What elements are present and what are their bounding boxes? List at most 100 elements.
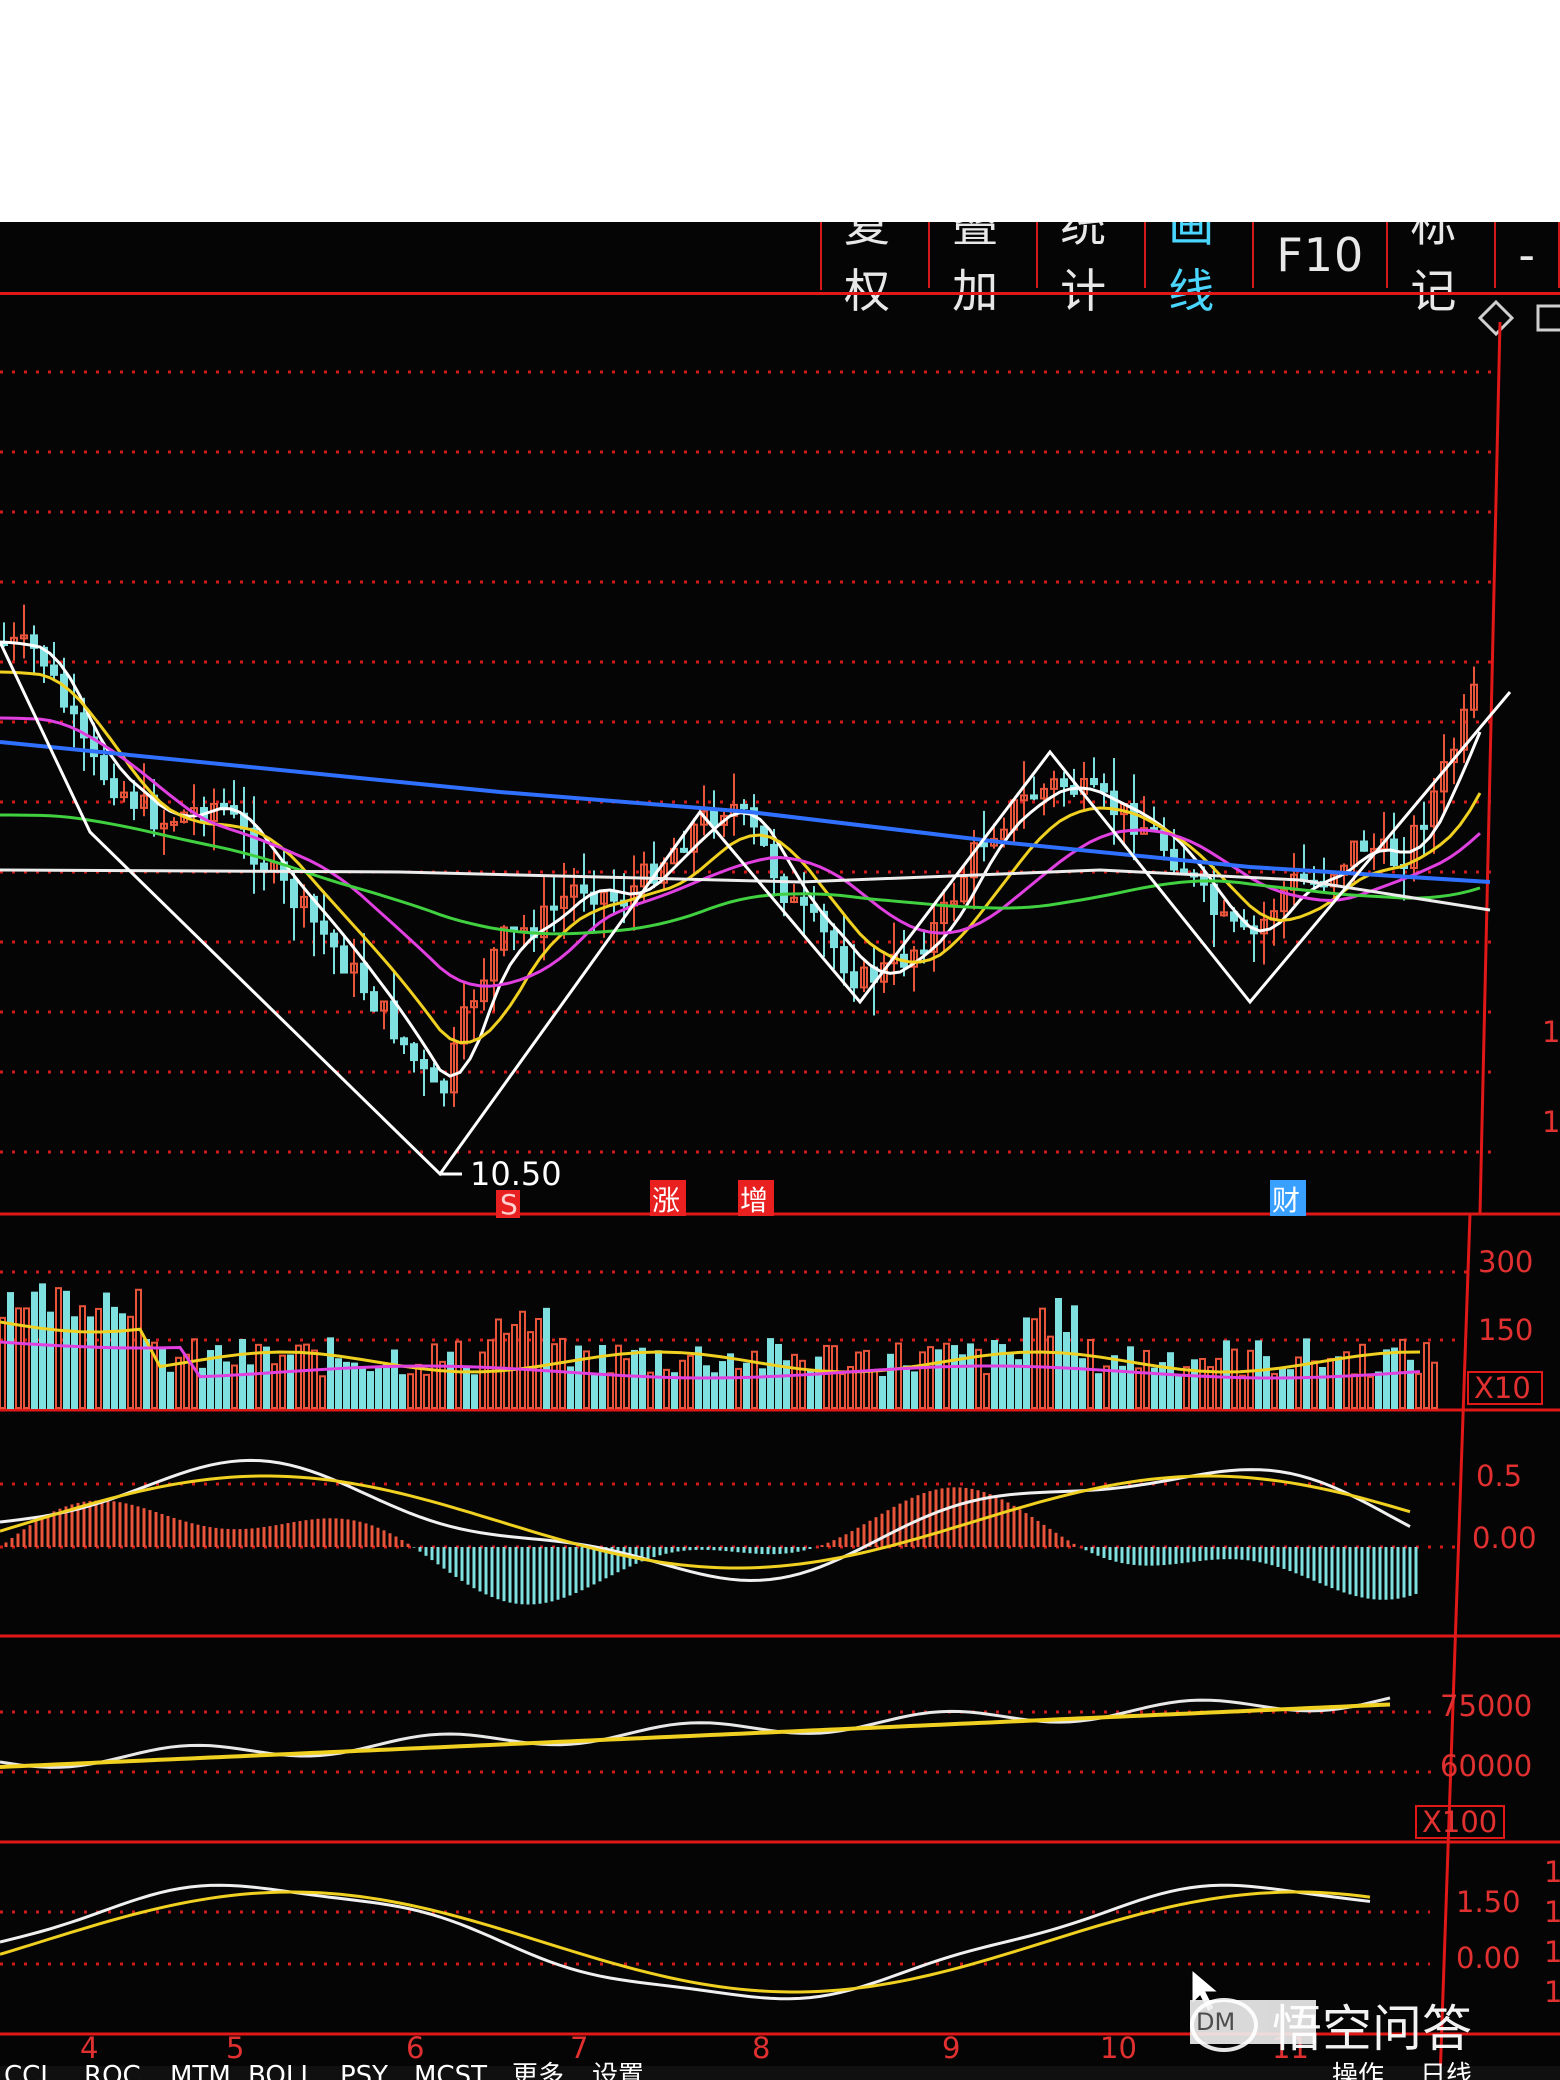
volume-bar <box>391 1349 398 1409</box>
marker-zeng[interactable]: 增 <box>740 1184 768 1217</box>
volume-bar <box>1143 1349 1150 1409</box>
volume-bar <box>1327 1357 1334 1409</box>
volume-bar <box>855 1351 862 1410</box>
volume-bar <box>1039 1307 1046 1410</box>
volume-bar <box>399 1374 406 1409</box>
volume-bar <box>1407 1359 1414 1410</box>
volume-bar <box>1159 1362 1166 1409</box>
candle-body <box>830 930 838 949</box>
volume-bar <box>639 1347 646 1410</box>
marker-cai[interactable]: 财 <box>1272 1184 1300 1217</box>
volume-bar <box>1247 1349 1254 1409</box>
candle-body <box>400 1037 408 1046</box>
volume-bar <box>1127 1346 1134 1409</box>
volume-bar <box>1095 1373 1102 1410</box>
volume-bar <box>223 1361 230 1409</box>
volume-bar <box>991 1340 998 1410</box>
volume-bar <box>879 1376 886 1409</box>
volume-bars <box>0 1283 1438 1410</box>
x-axis-label: 9 <box>942 2031 960 2065</box>
volume-bar <box>471 1374 478 1410</box>
volume-bar <box>551 1343 558 1410</box>
volume-bar <box>1255 1340 1262 1409</box>
volume-bar <box>815 1356 822 1409</box>
candle-body <box>1030 794 1038 800</box>
volume-bar <box>1135 1367 1142 1409</box>
marker-s[interactable]: S <box>500 1188 518 1221</box>
x-axis-label: 5 <box>226 2031 244 2065</box>
volume-bar <box>975 1348 982 1410</box>
volume-bar <box>383 1363 390 1410</box>
tab-more[interactable]: 更多 <box>512 2061 564 2080</box>
volume-bar <box>1087 1338 1094 1410</box>
volume-bar <box>1319 1367 1326 1409</box>
volume-bar <box>279 1354 286 1409</box>
tab-cci[interactable]: CCI <box>4 2061 48 2080</box>
volume-bar <box>575 1345 582 1409</box>
volume-bar <box>415 1363 422 1409</box>
candle-body <box>330 932 338 948</box>
volume-bar <box>591 1373 598 1410</box>
volume-bar <box>831 1345 838 1410</box>
marker-zhang[interactable]: 涨 <box>652 1184 680 1217</box>
volume-bar <box>967 1343 974 1409</box>
volume-bar <box>111 1306 118 1410</box>
volume-bar <box>167 1371 174 1409</box>
square-icon[interactable] <box>1536 304 1560 332</box>
volume-bar <box>703 1365 710 1410</box>
volume-bar <box>887 1353 894 1410</box>
volume-bar <box>463 1367 470 1410</box>
volume-bar <box>295 1344 302 1410</box>
volume-bar <box>1431 1361 1438 1410</box>
tab-mcst[interactable]: MCST <box>414 2061 487 2080</box>
volume-bar <box>719 1361 726 1409</box>
volume-bar <box>351 1362 358 1410</box>
x-axis-label: 4 <box>80 2031 98 2065</box>
candle-body <box>420 1059 428 1070</box>
volume-bar <box>927 1346 934 1410</box>
volume-bar <box>1175 1375 1182 1409</box>
volume-bar <box>311 1349 318 1410</box>
watermark-text: 悟空问答 <box>1272 2000 1472 2058</box>
volume-bar <box>247 1364 254 1409</box>
volume-bar <box>935 1349 942 1410</box>
volume-bar <box>455 1340 462 1409</box>
volume-bar <box>159 1348 166 1410</box>
volume-bar <box>1079 1358 1086 1410</box>
volume-bar <box>1167 1352 1174 1410</box>
candle-body <box>100 755 108 781</box>
volume-bar <box>807 1370 814 1409</box>
candle-body <box>390 1000 398 1040</box>
volume-bar <box>0 1316 6 1409</box>
volume-bar <box>199 1367 206 1409</box>
candle-body <box>580 884 588 894</box>
volume-bar <box>631 1349 638 1410</box>
tab-boll[interactable]: BOLL <box>248 2061 315 2080</box>
volume-bar <box>327 1337 334 1409</box>
candle-body <box>320 920 328 935</box>
price-candles <box>0 604 1478 1107</box>
candle-body <box>840 946 848 974</box>
volume-bar <box>767 1338 774 1410</box>
volume-bar <box>367 1371 374 1409</box>
tab-mtm[interactable]: MTM <box>170 2061 231 2080</box>
ma250-line <box>0 868 1491 912</box>
ama-line <box>0 1890 1371 1994</box>
volume-bar <box>735 1367 742 1410</box>
volume-bar <box>79 1305 86 1410</box>
volume-bar <box>607 1372 614 1410</box>
volume-bar <box>1263 1356 1270 1409</box>
volume-bar <box>103 1292 110 1410</box>
panel-separators <box>0 321 1560 2080</box>
volume-bar <box>1199 1357 1206 1410</box>
tab-roc[interactable]: ROC <box>84 2061 141 2080</box>
tab-psy[interactable]: PSY <box>340 2061 388 2080</box>
k-line-chart: 10.50 S 涨 增 财 1 1 300 150 X10 0.5 0.00 7… <box>0 299 1560 2080</box>
volume-bar <box>487 1339 494 1409</box>
macd-panel-grid <box>0 1482 1460 1549</box>
edge-tick: 1 <box>1544 1855 1560 1889</box>
tab-settings[interactable]: 设置 <box>592 2061 644 2080</box>
volume-bar <box>1023 1317 1030 1410</box>
candle-body <box>1100 783 1108 793</box>
diamond-icon[interactable] <box>1477 299 1515 337</box>
